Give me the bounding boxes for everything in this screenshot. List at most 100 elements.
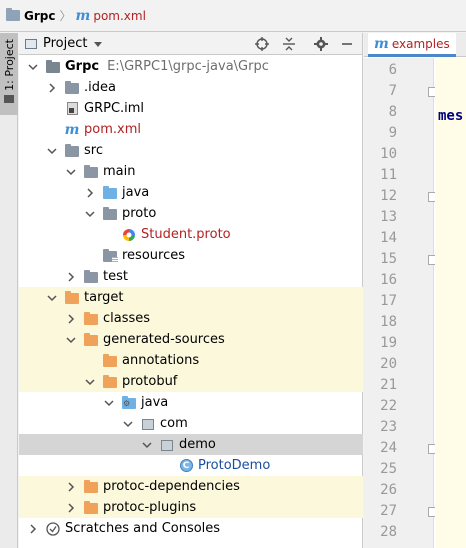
tree-row[interactable]: protoc-plugins <box>19 497 363 518</box>
breadcrumb-label: Grpc <box>24 8 56 23</box>
project-view-selector[interactable]: Project <box>43 36 87 51</box>
line-number: 26 <box>380 482 397 498</box>
tree-row[interactable]: main <box>19 161 363 182</box>
tree-row[interactable]: src <box>19 140 363 161</box>
chevron-right-icon[interactable] <box>65 481 77 493</box>
tree-row[interactable]: demo <box>19 434 363 455</box>
chevron-down-icon[interactable] <box>46 292 58 304</box>
module-folder-icon <box>45 60 61 74</box>
line-number: 7 <box>388 83 397 99</box>
line-number: 21 <box>380 377 397 393</box>
chevron-right-icon[interactable] <box>27 523 39 535</box>
project-tree: Grpc E:\GRPC1\grpc-java\Grpc .idea GRPC.iml… <box>19 56 363 548</box>
tree-row[interactable]: annotations <box>19 350 363 371</box>
iml-file-icon <box>64 102 80 116</box>
tree-row[interactable]: resources <box>19 245 363 266</box>
folder-icon <box>102 207 118 221</box>
tree-row[interactable]: protoc-dependencies <box>19 476 363 497</box>
tree-item-label: annotations <box>122 353 200 368</box>
tree-row[interactable]: m pom.xml <box>19 119 363 140</box>
chevron-down-icon[interactable] <box>27 61 39 73</box>
collapse-all-icon[interactable] <box>281 36 297 52</box>
breadcrumb-label: pom.xml <box>93 8 146 23</box>
tree-row[interactable]: Student.proto <box>19 224 363 245</box>
tree-item-label: protobuf <box>122 374 178 389</box>
line-number: 16 <box>380 272 397 288</box>
breadcrumb-pom[interactable]: m pom.xml <box>76 6 146 26</box>
chevron-down-icon[interactable] <box>94 41 103 47</box>
code-fragment: mes <box>438 108 464 124</box>
line-number: 10 <box>380 146 397 162</box>
folder-icon <box>64 81 80 95</box>
tree-row[interactable]: .idea <box>19 77 363 98</box>
editor-tab-label: examples <box>391 36 450 51</box>
breadcrumb-separator: 〉 <box>59 9 72 23</box>
project-tool-tab[interactable]: 1: Project <box>0 33 18 115</box>
chevron-down-icon[interactable] <box>103 397 115 409</box>
tree-item-label: Grpc <box>65 59 100 74</box>
breadcrumb-grpc[interactable]: Grpc <box>6 6 55 26</box>
folder-icon <box>64 144 80 158</box>
tree-row[interactable]: classes <box>19 308 363 329</box>
chevron-right-icon[interactable] <box>65 502 77 514</box>
excluded-folder-icon <box>102 375 118 389</box>
tree-item-label: src <box>84 143 103 158</box>
chevron-right-icon[interactable] <box>65 313 77 325</box>
chevron-right-icon[interactable] <box>84 187 96 199</box>
tree-item-label: Scratches and Consoles <box>65 521 221 536</box>
line-number: 9 <box>388 125 397 141</box>
tree-item-label: classes <box>103 311 151 326</box>
tree-row[interactable]: java <box>19 182 363 203</box>
tree-item-label: Student.proto <box>141 227 231 242</box>
line-number: 11 <box>380 167 397 183</box>
line-number: 17 <box>380 293 397 309</box>
gear-icon[interactable] <box>313 36 329 52</box>
chevron-down-icon[interactable] <box>122 418 134 430</box>
folder-icon <box>6 8 20 21</box>
tree-row[interactable]: ⚙ java <box>19 392 363 413</box>
tree-item-label: demo <box>179 437 216 452</box>
chevron-down-icon[interactable] <box>84 376 96 388</box>
tree-row[interactable]: GRPC.iml <box>19 98 363 119</box>
tree-item-label: test <box>103 269 128 284</box>
maven-icon: m <box>64 121 80 138</box>
excluded-folder-icon <box>102 354 118 368</box>
tree-item-label: target <box>84 290 124 305</box>
locate-icon[interactable] <box>254 36 270 52</box>
line-number: 6 <box>388 62 397 78</box>
chevron-down-icon[interactable] <box>65 334 77 346</box>
line-number: 8 <box>388 104 397 120</box>
line-number: 13 <box>380 209 397 225</box>
folder-icon <box>83 270 99 284</box>
scratches-icon <box>45 521 61 536</box>
tree-row[interactable]: test <box>19 266 363 287</box>
navigation-bar: Grpc 〉 m pom.xml <box>0 0 466 32</box>
tree-row[interactable]: generated-sources <box>19 329 363 350</box>
tree-row[interactable]: Grpc E:\GRPC1\grpc-java\Grpc <box>19 56 363 77</box>
editor-code-area[interactable]: mes <box>435 58 466 548</box>
tree-item-label: .idea <box>84 80 116 95</box>
chevron-down-icon[interactable] <box>65 166 77 178</box>
chevron-down-icon[interactable] <box>141 439 153 451</box>
tree-row[interactable]: Scratches and Consoles <box>19 518 363 539</box>
tree-item-label: protoc-dependencies <box>103 479 240 494</box>
chevron-down-icon[interactable] <box>84 208 96 220</box>
line-number: 20 <box>380 356 397 372</box>
tree-row[interactable]: target <box>19 287 363 308</box>
tree-row[interactable]: proto <box>19 203 363 224</box>
tree-row[interactable]: C ProtoDemo <box>19 455 363 476</box>
source-folder-icon <box>102 186 118 200</box>
editor-gutter: 6 7 8 9 10 11 12 13 14 15 16 17 18 19 20 21 22 23 24 25 26 27… <box>364 58 437 548</box>
chevron-down-icon[interactable] <box>46 145 58 157</box>
chevron-right-icon[interactable] <box>65 271 77 283</box>
line-number: 25 <box>380 461 397 477</box>
tree-item-label: java <box>122 185 150 200</box>
tree-row[interactable]: com <box>19 413 363 434</box>
editor-tab-examples[interactable]: m examples <box>368 33 456 57</box>
tree-row[interactable]: protobuf <box>19 371 363 392</box>
line-number: 12 <box>380 188 397 204</box>
class-icon: C <box>178 459 194 473</box>
tree-item-label: resources <box>122 248 186 263</box>
chevron-right-icon[interactable] <box>46 82 58 94</box>
hide-icon[interactable] <box>339 36 355 52</box>
